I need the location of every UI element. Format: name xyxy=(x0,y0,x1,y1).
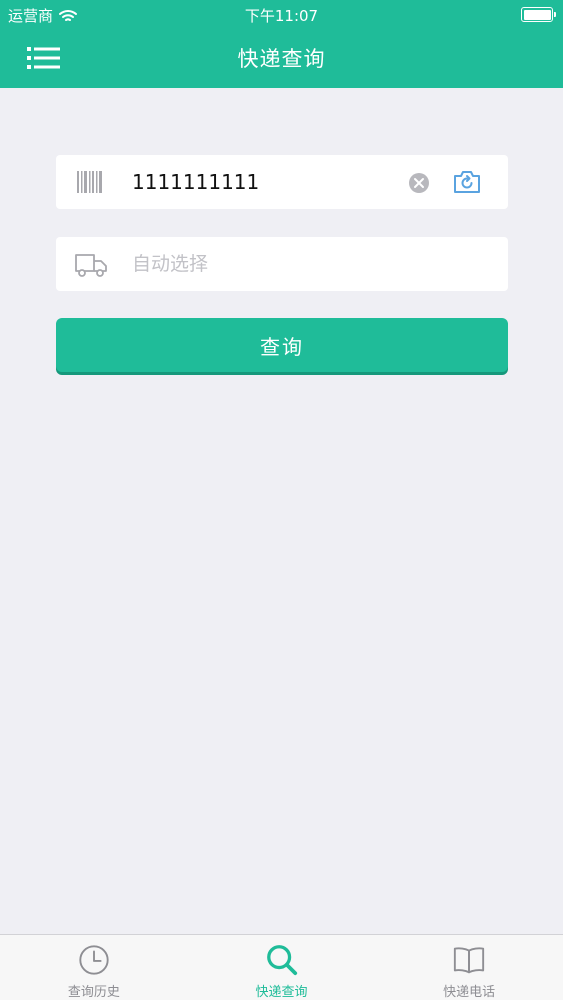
tab-label: 快递查询 xyxy=(255,985,308,1000)
tracking-number-input[interactable] xyxy=(132,163,402,201)
book-icon xyxy=(454,947,485,974)
courier-select-input[interactable] xyxy=(132,245,402,283)
search-icon xyxy=(266,945,297,976)
page-title: 快递查询 xyxy=(237,47,326,71)
status-time: 下午11:07 xyxy=(244,7,319,25)
clock-icon xyxy=(79,945,109,975)
tab-query-history[interactable]: 查询历史 xyxy=(0,935,188,1000)
tab-express-phone[interactable]: 快递电话 xyxy=(375,935,563,1000)
status-bar: 运营商 下午11:07 xyxy=(0,0,563,30)
courier-field xyxy=(56,237,508,291)
battery-icon xyxy=(521,7,556,22)
camera-icon xyxy=(454,171,480,193)
tab-label: 查询历史 xyxy=(67,985,120,1000)
nav-bar: 快递查询 xyxy=(0,30,563,88)
truck-icon xyxy=(75,254,107,277)
clear-button[interactable] xyxy=(408,172,430,194)
tracking-number-field xyxy=(56,155,508,209)
clear-icon xyxy=(409,173,429,193)
tab-bar: 查询历史 快递查询 快递电话 xyxy=(0,934,563,1000)
tab-express-query[interactable]: 快递查询 xyxy=(188,935,376,1000)
barcode-icon xyxy=(77,171,102,193)
query-button[interactable]: 查询 xyxy=(56,318,508,372)
tab-label: 快递电话 xyxy=(443,985,496,1000)
scan-camera-button[interactable] xyxy=(452,169,482,195)
